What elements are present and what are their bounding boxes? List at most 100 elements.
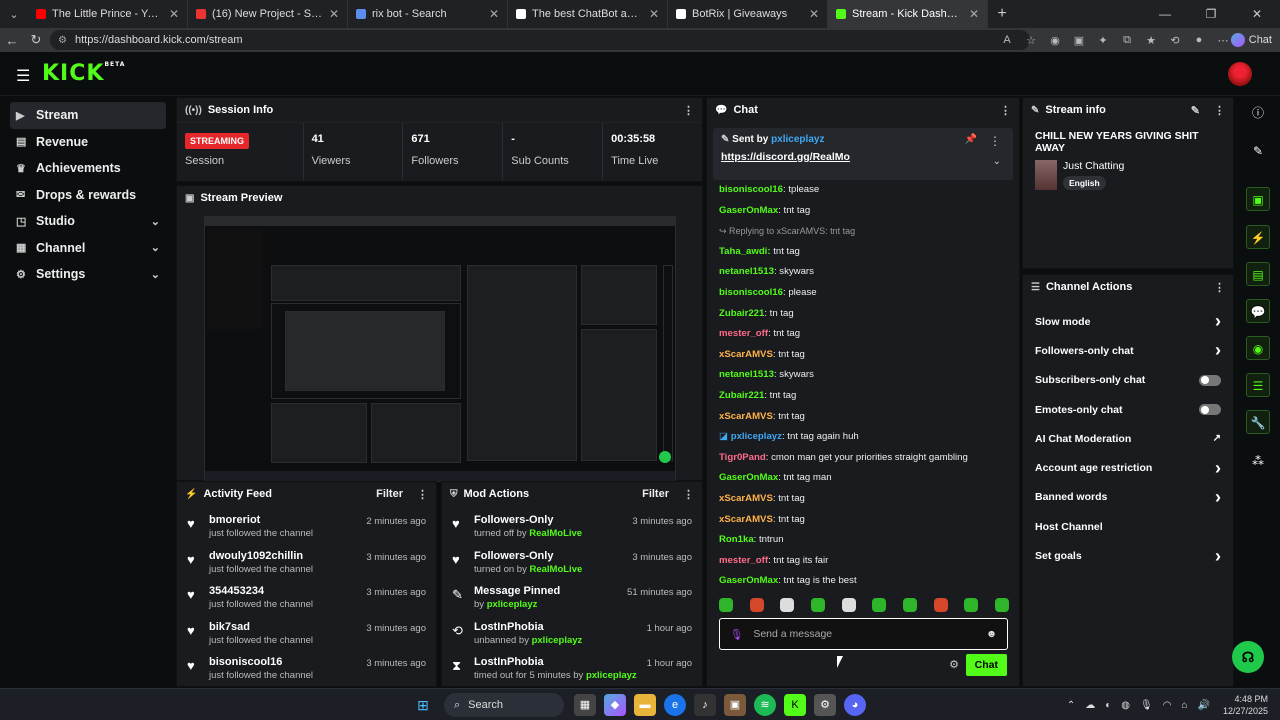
chat-username[interactable]: Ron1ka: [719, 534, 754, 545]
browser-tab[interactable]: Stream - Kick Dashboard ✕: [828, 0, 988, 28]
chat-username[interactable]: Zubair221: [719, 390, 764, 401]
settings-app-icon[interactable]: ⚙: [814, 694, 836, 716]
extension-icon[interactable]: ◉: [1043, 34, 1067, 47]
activity-toggle-icon[interactable]: ⚡: [1246, 225, 1270, 249]
action-set-goals[interactable]: Set goals ›: [1023, 541, 1233, 570]
edit-icon[interactable]: ✎: [1246, 139, 1270, 163]
chat-username[interactable]: xScarAMVS: [719, 411, 773, 422]
browser-tab[interactable]: The Little Prince - YouTube ✕: [28, 0, 188, 28]
chat-message[interactable]: Tigr0Pand: cmon man get your priorities …: [719, 448, 1009, 469]
action-banned-words[interactable]: Banned words ›: [1023, 483, 1233, 512]
profile-icon[interactable]: ●: [1187, 34, 1211, 46]
mod-action-row[interactable]: ⧗ LostInPhobia timed out for 5 minutes by …: [442, 652, 702, 688]
chat-username[interactable]: bisoniscool16: [719, 287, 783, 298]
edit-stream-info-icon[interactable]: ✎: [1191, 104, 1200, 117]
history-icon[interactable]: ⟲: [1163, 34, 1187, 47]
chat-message[interactable]: Taha_awdi: tnt tag: [719, 242, 1009, 263]
session-menu-icon[interactable]: ⋮: [683, 104, 694, 117]
chat-message[interactable]: Ron1ka: tntrun: [719, 530, 1009, 551]
stream-preview-toggle-icon[interactable]: ▣: [1246, 187, 1270, 211]
close-tab-icon[interactable]: ✕: [169, 7, 179, 21]
activity-row[interactable]: ♥ bmoreriot just followed the channel 2 min…: [177, 510, 436, 546]
chat-username[interactable]: Tigr0Pand: [719, 452, 766, 463]
activity-row[interactable]: ♥ bik7sad just followed the channel 3 minut…: [177, 617, 436, 653]
close-tab-icon[interactable]: ✕: [809, 7, 819, 21]
tiktok-icon[interactable]: ♪: [694, 694, 716, 716]
split-screen-icon[interactable]: ⧉: [1115, 34, 1139, 47]
chat-message[interactable]: netanel1513: skywars: [719, 365, 1009, 386]
chat-message[interactable]: bisoniscool16: tplease: [719, 180, 1009, 201]
wifi-icon[interactable]: ◠: [1163, 700, 1172, 711]
chevron-down-icon[interactable]: ⌄: [151, 268, 160, 281]
external-link-icon[interactable]: ↗: [1213, 433, 1221, 444]
chat-username[interactable]: netanel1513: [719, 369, 774, 380]
spotify-icon[interactable]: ≋: [754, 694, 776, 716]
action-account-age-restriction[interactable]: Account age restriction ›: [1023, 453, 1233, 482]
close-window-icon[interactable]: ✕: [1234, 0, 1280, 28]
close-tab-icon[interactable]: ✕: [649, 7, 659, 21]
sidebar-item-stream[interactable]: ▶ Stream: [10, 102, 166, 129]
close-tab-icon[interactable]: ✕: [329, 7, 339, 21]
chevron-down-icon[interactable]: ⌄: [993, 156, 1001, 167]
notes-toggle-icon[interactable]: ▤: [1246, 262, 1270, 286]
tab-list-icon[interactable]: ⌄: [0, 8, 28, 21]
box-app-icon[interactable]: ▣: [724, 694, 746, 716]
chevron-right-icon[interactable]: ›: [1215, 458, 1221, 479]
emoji-icon[interactable]: ☻: [986, 628, 997, 640]
chat-username[interactable]: pxliceplayz: [731, 431, 782, 442]
maximize-icon[interactable]: ❐: [1188, 0, 1234, 28]
chat-message[interactable]: xScarAMVS: tnt tag: [719, 407, 1009, 428]
reload-icon[interactable]: ↻: [24, 32, 48, 48]
kick-app-icon[interactable]: K: [784, 694, 806, 716]
session-toggle-icon[interactable]: ◉: [1246, 336, 1270, 360]
kick-logo[interactable]: KICKBETA: [42, 61, 125, 86]
mod-action-user[interactable]: pxliceplayz: [532, 635, 583, 646]
extension-icon-2[interactable]: ▣: [1067, 34, 1091, 47]
chat-toggle-icon[interactable]: 💬: [1246, 299, 1270, 323]
chevron-right-icon[interactable]: ›: [1215, 340, 1221, 361]
sidebar-item-settings[interactable]: ⚙ Settings ⌄: [10, 261, 166, 288]
emote-icon[interactable]: [902, 598, 917, 612]
chat-username[interactable]: Taha_awdi:: [719, 246, 771, 257]
sidebar-item-achievements[interactable]: ♛ Achievements: [10, 155, 166, 182]
mod-menu-icon[interactable]: ⋮: [683, 488, 694, 501]
chat-send-button[interactable]: Chat: [965, 654, 1007, 676]
sidebar-item-revenue[interactable]: ▤ Revenue: [10, 129, 166, 156]
browser-tab[interactable]: The best ChatBot and Widgets for ✕: [508, 0, 668, 28]
network-icon[interactable]: ⌂: [1181, 700, 1187, 711]
emote-icon[interactable]: [841, 598, 856, 612]
start-icon[interactable]: ⊞: [412, 694, 434, 716]
stream-info-menu-icon[interactable]: ⋮: [1214, 104, 1225, 117]
action-ai-chat-moderation[interactable]: AI Chat Moderation ↗: [1023, 424, 1233, 453]
copilot-chat-button[interactable]: Chat: [1230, 31, 1272, 49]
discord-icon[interactable]: ◕: [844, 694, 866, 716]
chevron-down-icon[interactable]: ⌄: [151, 215, 160, 228]
site-info-icon[interactable]: ⚙: [58, 35, 67, 46]
tray-app-icon-2[interactable]: ◐: [1105, 700, 1111, 711]
volume-icon[interactable]: 🔊: [1198, 700, 1210, 711]
emote-icon[interactable]: [780, 598, 795, 612]
emote-icon[interactable]: [810, 598, 825, 612]
chat-username[interactable]: xScarAMVS: [719, 514, 773, 525]
chevron-right-icon[interactable]: ›: [1215, 546, 1221, 567]
pinned-user[interactable]: pxliceplayz: [771, 134, 824, 145]
action-emotes-only-chat[interactable]: Emotes-only chat: [1023, 395, 1233, 424]
mod-action-user[interactable]: pxliceplayz: [487, 599, 538, 610]
mod-filter-button[interactable]: Filter: [642, 488, 669, 500]
chat-username[interactable]: xScarAMVS: [719, 493, 773, 504]
browser-tab[interactable]: rix bot - Search ✕: [348, 0, 508, 28]
mic-tray-icon[interactable]: 🎙: [1140, 700, 1153, 711]
chat-message[interactable]: Zubair221: tnt tag: [719, 386, 1009, 407]
copilot-taskbar-icon[interactable]: ◆: [604, 694, 626, 716]
browser-tab[interactable]: BotRix | Giveaways ✕: [668, 0, 828, 28]
activity-menu-icon[interactable]: ⋮: [417, 488, 428, 501]
chat-message[interactable]: xScarAMVS: tnt tag: [719, 489, 1009, 510]
toggle-switch[interactable]: [1199, 404, 1221, 416]
activity-filter-button[interactable]: Filter: [376, 488, 403, 500]
chevron-down-icon[interactable]: ⌄: [151, 241, 160, 254]
chat-username[interactable]: GaserOnMax: [719, 205, 778, 216]
puzzle-icon[interactable]: ✦: [1091, 34, 1115, 47]
chevron-right-icon[interactable]: ›: [1215, 487, 1221, 508]
chat-input[interactable]: 🎙 Send a message ☻: [719, 618, 1008, 650]
pinned-menu-icon[interactable]: ⋮: [989, 134, 1001, 148]
